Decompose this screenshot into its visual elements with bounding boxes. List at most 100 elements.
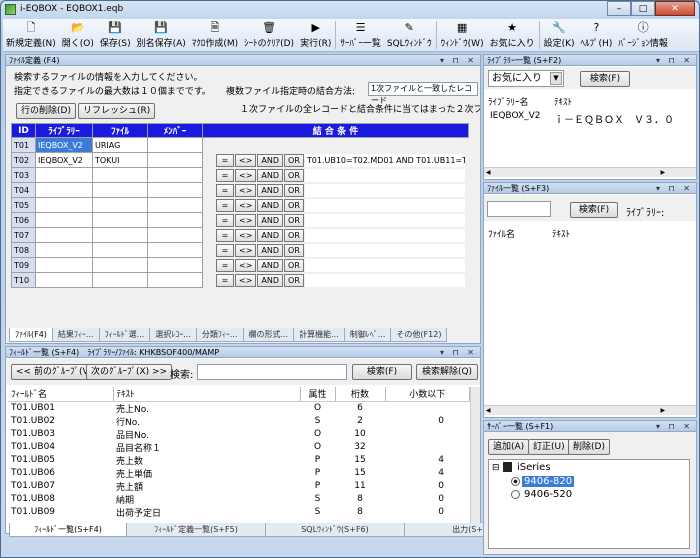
panel-controls[interactable]: ▾ ⊓ ✕ (656, 55, 693, 66)
def-tab[interactable]: 制御ﾚﾍﾞ... (343, 328, 392, 342)
cond-op-button[interactable]: AND (257, 153, 284, 167)
def-tab[interactable]: その他(F12) (390, 328, 448, 342)
cond-op-button[interactable]: <> (235, 153, 257, 167)
file-cell[interactable] (92, 167, 148, 183)
library-cell[interactable]: IEQBOX_V2 (35, 152, 93, 168)
version-button[interactable]: ⓘ ﾊﾞｰｼﾞｮﾝ情報 (615, 19, 671, 51)
def-tab[interactable]: 選択ﾚｺｰ... (149, 328, 197, 342)
cond-op-button[interactable]: AND (257, 198, 284, 212)
field-row[interactable]: T01.UB03 品目No. O 10 (8, 428, 470, 441)
window-button[interactable]: ▦ ｳｨﾝﾄﾞｳ(W) (438, 19, 487, 51)
cond-op-button[interactable]: OR (284, 198, 304, 212)
cond-op-button[interactable]: OR (284, 228, 304, 242)
library-cell[interactable] (35, 212, 93, 228)
new-def-button[interactable]: 🗋 新規定義(N) (3, 19, 59, 51)
panel-controls[interactable]: ▾ ⊓ ✕ (440, 347, 477, 358)
panel-controls[interactable]: ▾ ⊓ ✕ (656, 421, 693, 432)
sql-window-button[interactable]: ✎ SQLｳｨﾝﾄﾞｳ (384, 19, 435, 51)
panel-controls[interactable]: ▾ ⊓ ✕ (440, 55, 477, 66)
field-row[interactable]: T01.UB01 売上No. O 6 (8, 402, 470, 415)
field-row[interactable]: T01.UB09 出荷予定日 S 8 0 (8, 506, 470, 519)
add-server-button[interactable]: 追加(A) (488, 439, 530, 455)
def-tab[interactable]: ﾌｨｰﾙﾄﾞ選... (98, 328, 151, 342)
def-tab[interactable]: 欄の形式... (242, 328, 295, 342)
field-list-scrollbar[interactable] (470, 387, 480, 523)
file-search-input[interactable] (487, 201, 551, 217)
field-row[interactable]: T01.UB05 売上数 P 15 4 (8, 454, 470, 467)
file-cell[interactable]: TOKUI (92, 152, 148, 168)
minimize-button[interactable]: – (607, 1, 631, 16)
file-cell[interactable] (92, 182, 148, 198)
cond-op-button[interactable]: = (216, 228, 234, 242)
library-cell[interactable] (35, 167, 93, 183)
maximize-button[interactable]: □ (631, 1, 655, 16)
cond-op-button[interactable]: = (216, 168, 234, 182)
member-cell[interactable] (147, 167, 203, 183)
clear-search-button[interactable]: 検索解除(Q) (416, 364, 478, 380)
bottom-tab[interactable]: ﾌｨｰﾙﾄﾞ定義一覧(S+F5) (126, 523, 266, 537)
cond-op-button[interactable]: <> (235, 183, 257, 197)
cond-op-button[interactable]: = (216, 183, 234, 197)
member-cell[interactable] (147, 272, 203, 288)
tree-root-label[interactable]: iSeries (517, 462, 551, 473)
refresh-button[interactable]: リフレッシュ(R) (78, 103, 156, 119)
cond-op-button[interactable]: OR (284, 213, 304, 227)
cond-op-button[interactable]: OR (284, 168, 304, 182)
help-button[interactable]: ? ﾍﾙﾌﾟ(H) (578, 19, 616, 51)
join-condition-input[interactable] (304, 168, 465, 182)
field-row[interactable]: T01.UB06 売上単価 P 15 4 (8, 467, 470, 480)
member-cell[interactable] (147, 137, 203, 153)
cond-op-button[interactable]: OR (284, 153, 304, 167)
delete-row-button[interactable]: 行の削除(D) (16, 103, 76, 119)
member-cell[interactable] (147, 182, 203, 198)
cond-op-button[interactable]: OR (284, 183, 304, 197)
cond-op-button[interactable]: AND (257, 243, 284, 257)
cond-op-button[interactable]: AND (257, 228, 284, 242)
cond-op-button[interactable]: = (216, 198, 234, 212)
run-button[interactable]: ▶ 実行(R) (297, 19, 334, 51)
cond-op-button[interactable]: AND (257, 258, 284, 272)
edit-server-button[interactable]: 訂正(U) (528, 439, 570, 455)
cond-op-button[interactable]: AND (257, 273, 284, 287)
join-condition-input[interactable] (304, 198, 465, 212)
join-condition-input[interactable] (304, 228, 465, 242)
library-cell[interactable] (35, 182, 93, 198)
library-hscrollbar[interactable]: ◀ ▶ (484, 167, 696, 177)
chevron-down-icon[interactable]: ▼ (550, 72, 562, 85)
file-cell[interactable]: URIAG (92, 137, 148, 153)
cond-op-button[interactable]: = (216, 213, 234, 227)
cond-op-button[interactable]: = (216, 153, 234, 167)
cond-op-button[interactable]: = (216, 258, 234, 272)
favorites-select[interactable]: お気に入り ▼ (488, 70, 564, 87)
library-row-name[interactable]: IEQBOX_V2 (490, 111, 541, 121)
close-button[interactable]: ✕ (655, 1, 695, 16)
file-cell[interactable] (92, 212, 148, 228)
tree-collapse-icon[interactable]: ⊟ (492, 463, 500, 473)
cond-op-button[interactable]: <> (235, 258, 257, 272)
cond-op-button[interactable]: = (216, 273, 234, 287)
save-button[interactable]: 💾 保存(S) (97, 19, 134, 51)
member-cell[interactable] (147, 152, 203, 168)
cond-op-button[interactable]: <> (235, 228, 257, 242)
cond-op-button[interactable]: OR (284, 273, 304, 287)
def-tab[interactable]: 結果ﾌｨｰ... (51, 328, 100, 342)
def-tab[interactable]: 分類ﾌｨｰ... (195, 328, 244, 342)
server-item[interactable]: 9406-520 (511, 489, 574, 500)
server-radio-icon[interactable] (511, 490, 520, 499)
cond-op-button[interactable]: <> (235, 243, 257, 257)
library-cell[interactable]: IEQBOX_V2 (35, 137, 93, 153)
def-tab[interactable]: ﾌｧｲﾙ(F4) (9, 328, 53, 342)
join-condition-input[interactable]: T01.UB10=T02.MD01 AND T01.UB11=T02. (304, 153, 465, 167)
favorites-button[interactable]: ★ お気に入り (487, 19, 538, 51)
field-search-input[interactable] (197, 364, 347, 380)
field-row[interactable]: T01.UB08 納期 S 8 0 (8, 493, 470, 506)
cond-op-button[interactable]: OR (284, 243, 304, 257)
file-hscrollbar[interactable]: ◀ ▶ (484, 405, 696, 415)
library-row-text[interactable]: ｉ－ＥＱＢＯＸ Ｖ３．０ (554, 111, 674, 126)
cond-op-button[interactable]: AND (257, 183, 284, 197)
delete-server-button[interactable]: 削除(D) (568, 439, 610, 455)
member-cell[interactable] (147, 257, 203, 273)
next-group-button[interactable]: 次のｸﾞﾙｰﾌﾟ(X) >> (86, 364, 173, 380)
cond-op-button[interactable]: <> (235, 213, 257, 227)
file-cell[interactable] (92, 272, 148, 288)
